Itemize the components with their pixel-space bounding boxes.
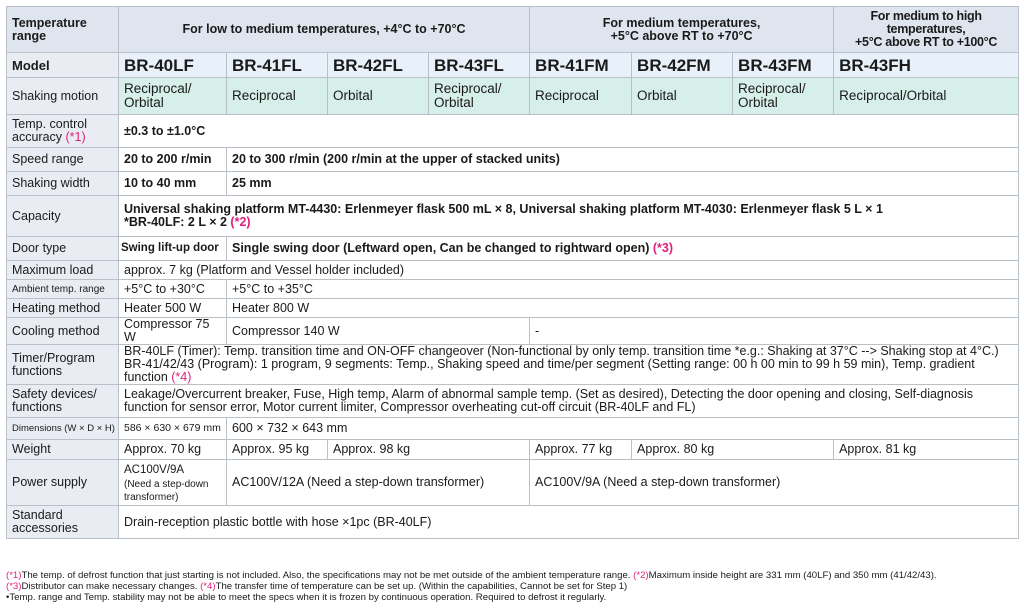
shaking-width-value-others: 25 mm — [225, 171, 1020, 196]
heating-row: Heating method Heater 500 W Heater 800 W — [6, 298, 1020, 318]
shaking-motion-cell: Reciprocal/ Orbital — [427, 77, 531, 115]
timer-label: Timer/Program functions — [6, 344, 119, 385]
shaking-motion-cell: Reciprocal/Orbital — [833, 77, 1020, 115]
power-value-fl: AC100V/12A (Need a step-down transformer… — [225, 459, 531, 506]
cooling-row: Cooling method Compressor 75 W Compresso… — [6, 317, 1020, 345]
ambient-value-others: +5°C to +35°C — [225, 279, 1020, 299]
timer-value: BR-40LF (Timer): Temp. transition time a… — [117, 344, 1020, 385]
safety-row: Safety devices/ functions Leakage/Overcu… — [6, 384, 1020, 418]
shaking-motion-cell: Reciprocal/ Orbital — [732, 77, 835, 115]
shaking-motion-cell: Reciprocal/ Orbital — [118, 77, 227, 115]
shaking-width-row: Shaking width 10 to 40 mm 25 mm — [6, 171, 1020, 196]
door-type-value-others: Single swing door (Leftward open, Can be… — [225, 236, 1020, 261]
shaking-motion-cell: Reciprocal — [529, 77, 633, 115]
shaking-width-label: Shaking width — [6, 171, 119, 196]
weight-row: Weight Approx. 70 kg Approx. 95 kg Appro… — [6, 439, 1020, 460]
shaking-motion-cell: Reciprocal — [226, 77, 328, 115]
model-label: Model — [6, 52, 119, 78]
model-cell: BR-43FM — [732, 52, 835, 78]
spec-table: Temperature range For low to medium temp… — [6, 6, 1020, 539]
weight-cell: Approx. 98 kg — [326, 439, 531, 460]
heating-value-40lf: Heater 500 W — [118, 298, 227, 318]
temp-control-row: Temp. control accuracy (*1) ±0.3 to ±1.0… — [6, 114, 1020, 148]
speed-range-value-40lf: 20 to 200 r/min — [118, 147, 227, 172]
power-value-40lf: AC100V/9A (Need a step-down transformer) — [118, 459, 227, 506]
footnote-3-4: (*3)Distributor can make necessary chang… — [6, 581, 628, 592]
shaking-motion-cell: Orbital — [327, 77, 429, 115]
weight-cell: Approx. 95 kg — [226, 439, 328, 460]
high-temp-header: For medium to high temperatures, +5°C abo… — [833, 6, 1020, 53]
capacity-label: Capacity — [6, 195, 119, 237]
temp-control-value: ±0.3 to ±1.0°C — [117, 114, 1020, 148]
model-cell: BR-41FL — [226, 52, 328, 78]
power-value-fm-fh: AC100V/9A (Need a step-down transformer) — [529, 459, 1020, 506]
dimensions-label: Dimensions (W × D × H) — [6, 417, 119, 440]
temp-control-label: Temp. control accuracy (*1) — [6, 114, 119, 148]
model-cell: BR-43FH — [833, 52, 1020, 78]
shaking-motion-row: Shaking motion Reciprocal/ Orbital Recip… — [6, 77, 1020, 115]
safety-value: Leakage/Overcurrent breaker, Fuse, High … — [117, 384, 1020, 418]
weight-cell: Approx. 80 kg — [631, 439, 835, 460]
accessories-row: Standard accessories Drain-reception pla… — [6, 505, 1020, 539]
shaking-motion-label: Shaking motion — [6, 77, 119, 115]
max-load-row: Maximum load approx. 7 kg (Platform and … — [6, 260, 1020, 280]
timer-row: Timer/Program functions BR-40LF (Timer):… — [6, 344, 1020, 385]
ambient-row: Ambient temp. range +5°C to +30°C +5°C t… — [6, 279, 1020, 299]
temp-range-row: Temperature range For low to medium temp… — [6, 6, 1020, 53]
weight-cell: Approx. 81 kg — [833, 439, 1020, 460]
dimensions-value-others: 600 × 732 × 643 mm — [225, 417, 1020, 440]
model-cell: BR-43FL — [427, 52, 531, 78]
model-cell: BR-42FL — [327, 52, 429, 78]
speed-range-label: Speed range — [6, 147, 119, 172]
accessories-label: Standard accessories — [6, 505, 119, 539]
cooling-value-40lf: Compressor 75 W — [118, 317, 227, 345]
temp-range-label: Temperature range — [6, 6, 119, 53]
model-row: Model BR-40LF BR-41FL BR-42FL BR-43FL BR… — [6, 52, 1020, 78]
capacity-row: Capacity Universal shaking platform MT-4… — [6, 195, 1020, 237]
heating-value-others: Heater 800 W — [225, 298, 1020, 318]
door-type-row: Door type Swing lift-up door Single swin… — [6, 236, 1020, 261]
weight-label: Weight — [6, 439, 119, 460]
max-load-label: Maximum load — [6, 260, 119, 280]
max-load-value: approx. 7 kg (Platform and Vessel holder… — [117, 260, 1020, 280]
medium-temp-header: For medium temperatures, +5°C above RT to… — [529, 6, 835, 53]
accessories-value: Drain-reception plastic bottle with hose… — [117, 505, 1020, 539]
door-type-value-40lf: Swing lift-up door — [118, 236, 227, 261]
speed-range-row: Speed range 20 to 200 r/min 20 to 300 r/… — [6, 147, 1020, 172]
safety-label: Safety devices/ functions — [6, 384, 119, 418]
ambient-value-40lf: +5°C to +30°C — [118, 279, 227, 299]
shaking-motion-cell: Orbital — [631, 77, 734, 115]
dimensions-row: Dimensions (W × D × H) 586 × 630 × 679 m… — [6, 417, 1020, 440]
dimensions-value-40lf: 586 × 630 × 679 mm — [118, 417, 227, 440]
cooling-value-fm-fh: - — [529, 317, 1020, 345]
cooling-label: Cooling method — [6, 317, 119, 345]
shaking-width-value-40lf: 10 to 40 mm — [118, 171, 227, 196]
door-type-label: Door type — [6, 236, 119, 261]
weight-cell: Approx. 77 kg — [529, 439, 633, 460]
model-cell: BR-40LF — [118, 52, 227, 78]
cooling-value-fl: Compressor 140 W — [225, 317, 531, 345]
weight-cell: Approx. 70 kg — [118, 439, 227, 460]
ambient-label: Ambient temp. range — [6, 279, 119, 299]
model-cell: BR-42FM — [631, 52, 734, 78]
heating-label: Heating method — [6, 298, 119, 318]
low-temp-header: For low to medium temperatures, +4°C to … — [117, 6, 531, 53]
footnote-5: •Temp. range and Temp. stability may not… — [6, 592, 607, 603]
capacity-value: Universal shaking platform MT-4430: Erle… — [117, 195, 1020, 237]
power-row: Power supply AC100V/9A (Need a step-down… — [6, 459, 1020, 506]
footnote-1-2: (*1)The temp. of defrost function that j… — [6, 570, 937, 581]
model-cell: BR-41FM — [529, 52, 633, 78]
speed-range-value-others: 20 to 300 r/min (200 r/min at the upper … — [225, 147, 1020, 172]
power-label: Power supply — [6, 459, 119, 506]
